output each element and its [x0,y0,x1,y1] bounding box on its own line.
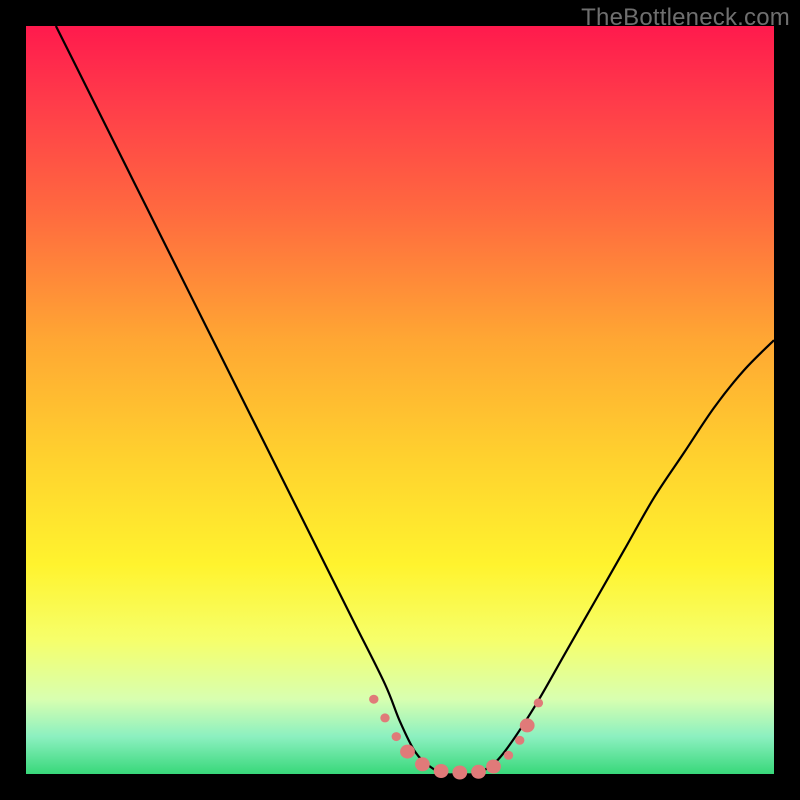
curve-marker [400,745,415,759]
curve-marker [504,751,513,760]
curve-marker [520,718,535,732]
chart-plot-area [26,26,774,774]
curve-marker [434,764,449,778]
curve-marker [415,757,430,771]
curve-marker [486,760,501,774]
curve-marker [452,766,467,780]
curve-marker [392,732,401,741]
curve-marker [534,698,543,707]
bottleneck-curve [56,26,774,775]
watermark-text: TheBottleneck.com [581,4,790,32]
curve-marker [380,713,389,722]
curve-marker [471,765,486,779]
curve-marker [515,736,524,745]
chart-svg [26,26,774,774]
curve-marker [369,695,378,704]
